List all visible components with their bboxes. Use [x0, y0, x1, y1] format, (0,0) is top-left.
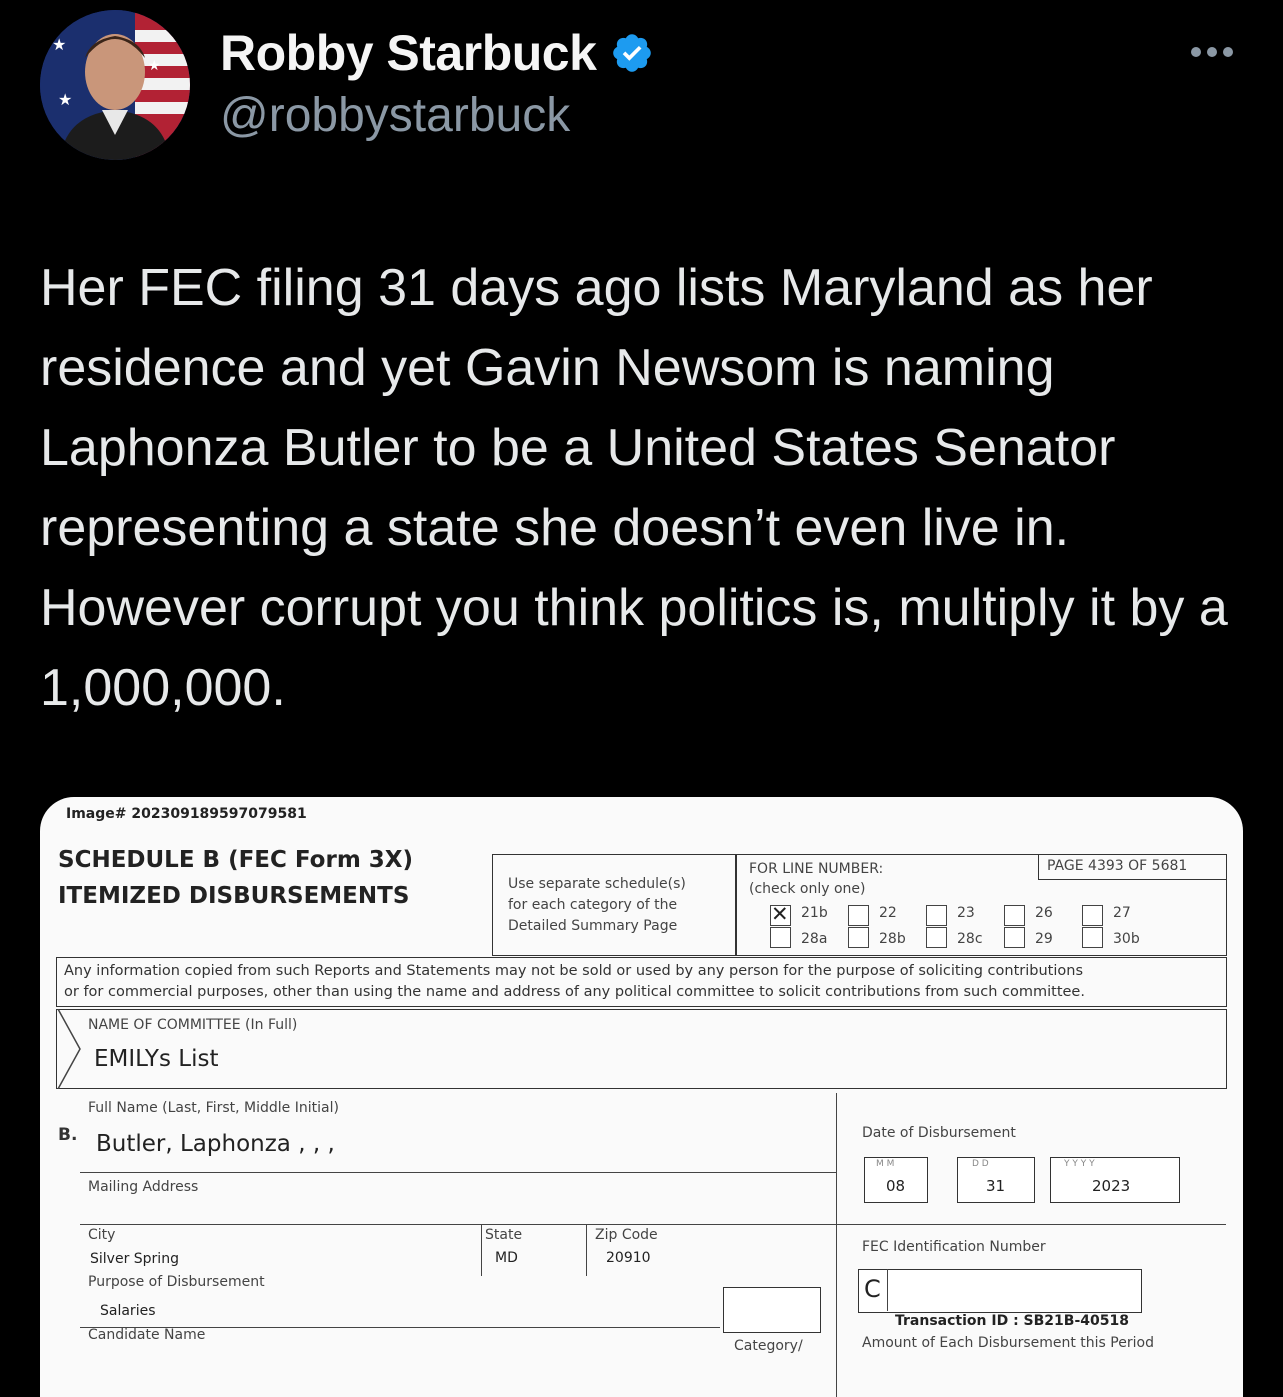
page-total: 5681: [1151, 858, 1188, 874]
checkbox-28b[interactable]: [848, 927, 869, 948]
check-only-one: (check only one): [749, 881, 866, 897]
line-29: 29: [1035, 931, 1053, 947]
purpose-value: Salaries: [100, 1303, 156, 1319]
checkbox-28c[interactable]: [926, 927, 947, 948]
section-divider: [836, 1093, 837, 1397]
date-year-hint: Y Y Y Y: [1064, 1159, 1095, 1169]
checkbox-28a[interactable]: [770, 927, 791, 948]
separate-line-1: Use separate schedule(s): [508, 876, 686, 892]
schedule-title: SCHEDULE B (FEC Form 3X): [58, 847, 414, 873]
page-number: 4393: [1088, 858, 1124, 874]
notice-line-2: or for commercial purposes, other than u…: [64, 984, 1085, 1000]
author-handle[interactable]: @robbystarbuck: [220, 88, 570, 143]
profile-photo: ★ ★ ★: [40, 10, 190, 160]
svg-text:★: ★: [58, 92, 72, 109]
purpose-label: Purpose of Disbursement: [88, 1274, 265, 1290]
notice-line-1: Any information copied from such Reports…: [64, 963, 1083, 979]
schedule-subtitle: ITEMIZED DISBURSEMENTS: [58, 883, 410, 909]
city-label: City: [88, 1227, 116, 1243]
date-day-hint: D D: [972, 1159, 989, 1169]
line-28c: 28c: [957, 931, 983, 947]
separate-line-2: for each category of the: [508, 897, 678, 913]
state-value: MD: [495, 1250, 518, 1266]
date-month: 08: [886, 1177, 906, 1195]
avatar[interactable]: ★ ★ ★: [40, 10, 190, 160]
more-options-icon[interactable]: [1186, 38, 1238, 66]
line-22: 22: [879, 905, 897, 921]
committee-name: EMILYs List: [94, 1046, 219, 1072]
full-name-label: Full Name (Last, First, Middle Initial): [88, 1100, 339, 1116]
checkbox-22[interactable]: [848, 905, 869, 926]
arrow-marker-icon: [57, 1009, 81, 1089]
line-26: 26: [1035, 905, 1053, 921]
author-display-name[interactable]: Robby Starbuck: [220, 24, 597, 82]
author-name-row[interactable]: Robby Starbuck: [220, 24, 654, 82]
page-indicator: PAGE 4393 OF 5681: [1047, 858, 1187, 874]
image-id: Image# 202309189597079581: [66, 806, 307, 822]
zip-label: Zip Code: [595, 1227, 658, 1243]
payee-full-name: Butler, Laphonza , , ,: [96, 1131, 335, 1157]
checkbox-23[interactable]: [926, 905, 947, 926]
tweet-text: Her FEC filing 31 days ago lists Marylan…: [40, 259, 1228, 717]
city-value: Silver Spring: [90, 1251, 179, 1267]
fec-id-label: FEC Identification Number: [862, 1239, 1046, 1255]
fec-id-box[interactable]: [858, 1269, 1142, 1313]
name-underline: [80, 1172, 836, 1173]
page-of: OF: [1128, 858, 1148, 874]
mailing-address-label: Mailing Address: [88, 1179, 199, 1195]
date-month-hint: M M: [876, 1159, 895, 1169]
state-divider: [481, 1224, 482, 1276]
separate-line-3: Detailed Summary Page: [508, 918, 678, 934]
amount-label: Amount of Each Disbursement this Period: [862, 1335, 1154, 1351]
page-label: PAGE: [1047, 858, 1084, 874]
transaction-id: Transaction ID : SB21B-40518: [895, 1313, 1129, 1329]
line-30b: 30b: [1113, 931, 1140, 947]
line-28b: 28b: [879, 931, 906, 947]
attached-document-image[interactable]: Image# 202309189597079581 SCHEDULE B (FE…: [40, 797, 1243, 1397]
fec-id-prefix: C: [864, 1275, 881, 1303]
checkbox-29[interactable]: [1004, 927, 1025, 948]
checkbox-27[interactable]: [1082, 905, 1103, 926]
checkbox-21b[interactable]: ✕: [770, 903, 791, 926]
section-letter: B.: [58, 1125, 78, 1145]
zip-value: 20910: [606, 1250, 651, 1266]
line-27: 27: [1113, 905, 1131, 921]
checkbox-30b[interactable]: [1082, 927, 1103, 948]
date-label: Date of Disbursement: [862, 1125, 1016, 1141]
line-23: 23: [957, 905, 975, 921]
line-28a: 28a: [801, 931, 828, 947]
svg-text:★: ★: [148, 57, 161, 73]
committee-label: NAME OF COMMITTEE (In Full): [88, 1017, 298, 1033]
address-underline: [80, 1224, 1226, 1225]
state-label: State: [485, 1227, 523, 1243]
line-number-label: FOR LINE NUMBER:: [749, 861, 884, 877]
category-label: Category/: [734, 1338, 803, 1354]
date-year: 2023: [1092, 1177, 1131, 1195]
date-day: 31: [986, 1177, 1006, 1195]
candidate-name-label: Candidate Name: [88, 1327, 206, 1343]
line-21b: 21b: [801, 905, 828, 921]
zip-divider: [586, 1224, 587, 1276]
category-box[interactable]: [723, 1287, 821, 1333]
svg-text:★: ★: [52, 37, 66, 54]
fec-id-prefix-divider: [887, 1269, 888, 1311]
checkbox-26[interactable]: [1004, 905, 1025, 926]
verified-badge-icon: [613, 34, 652, 72]
